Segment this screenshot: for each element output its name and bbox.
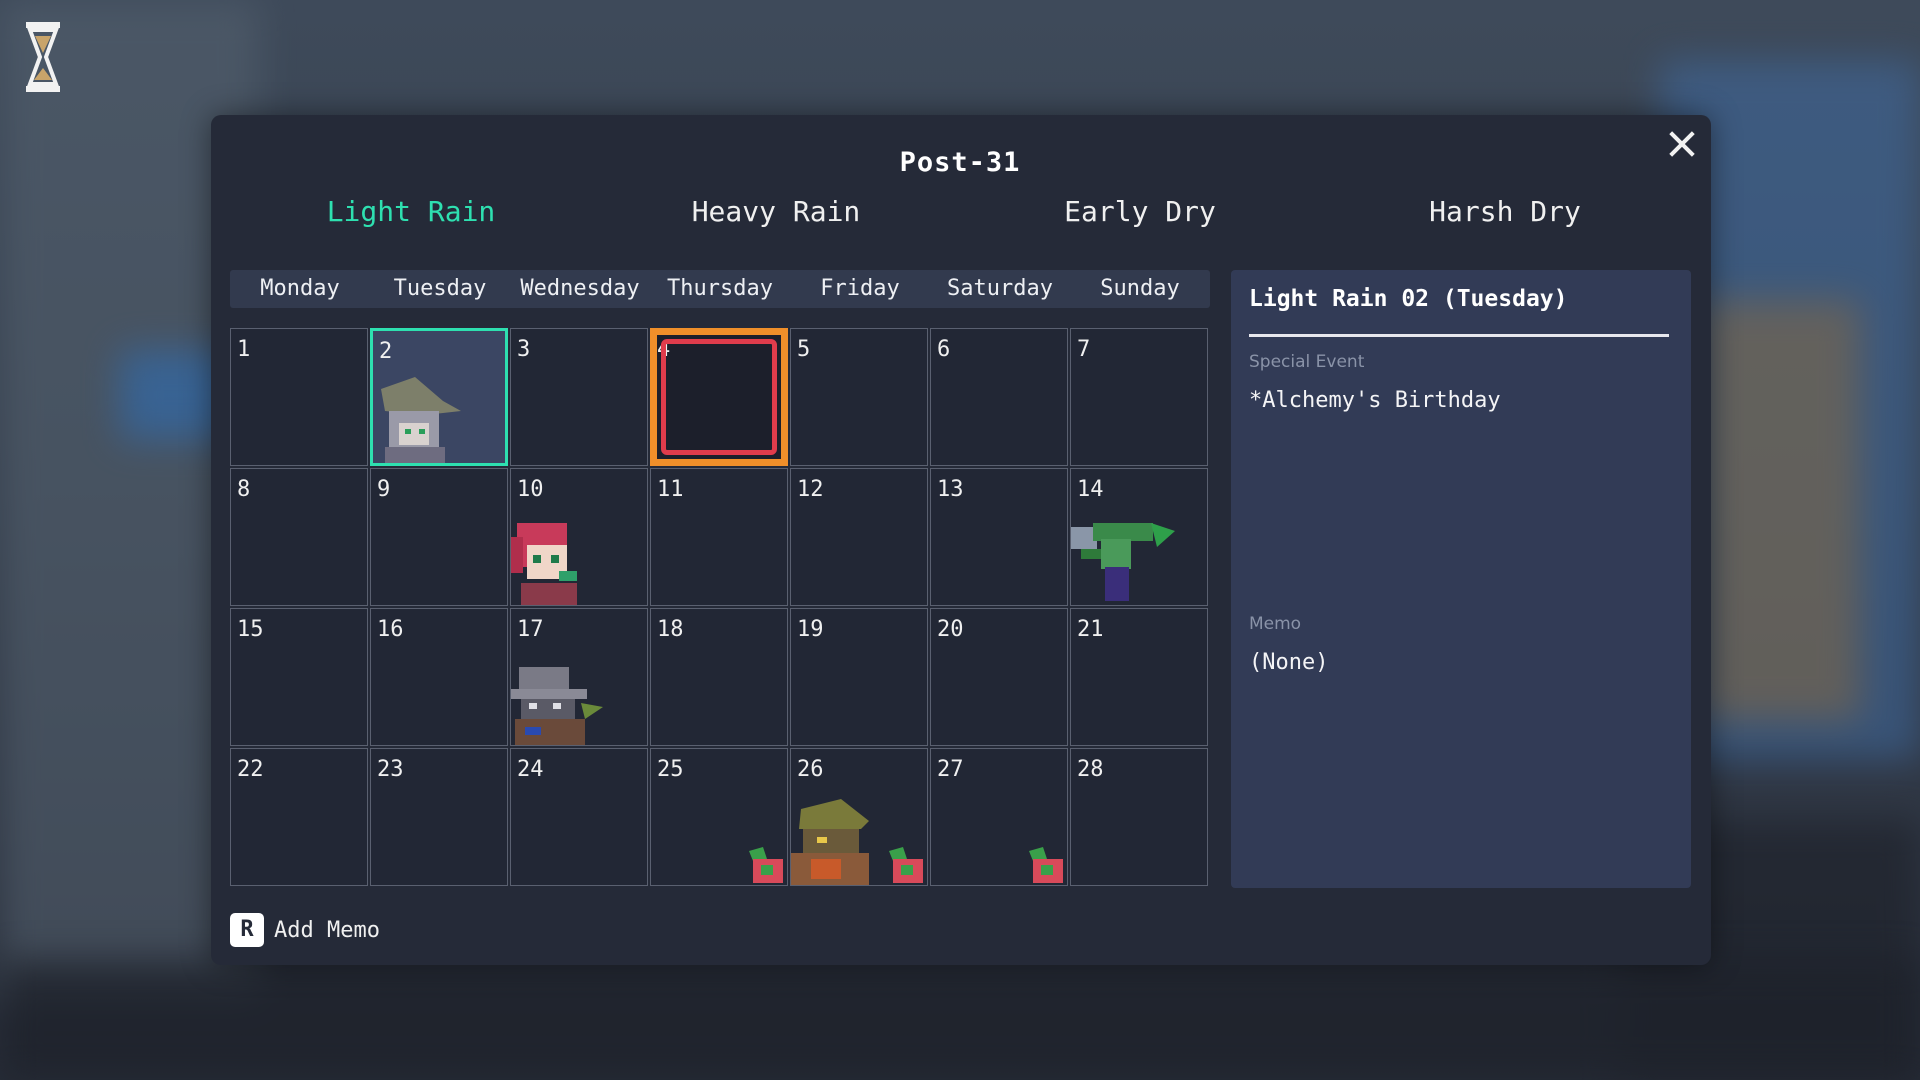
day-number: 16 <box>377 617 404 642</box>
green-lizard-portrait-icon <box>1071 523 1175 601</box>
tab-early-dry[interactable]: Early Dry <box>990 195 1290 228</box>
hooded-merchant-portrait-icon <box>791 799 869 885</box>
crop-event-icon <box>749 847 783 883</box>
special-event-value: *Alchemy's Birthday <box>1249 388 1501 413</box>
day-number: 3 <box>517 337 531 362</box>
day-cell[interactable]: 21 <box>1070 608 1208 746</box>
day-cell[interactable]: 5 <box>790 328 928 466</box>
weekday-sunday: Sunday <box>1100 276 1180 301</box>
weekday-monday: Monday <box>260 276 340 301</box>
day-number: 27 <box>937 757 964 782</box>
day-cell[interactable]: 16 <box>370 608 508 746</box>
day-cell[interactable]: 24 <box>510 748 648 886</box>
hourglass-icon <box>26 22 60 92</box>
day-cell[interactable]: 6 <box>930 328 1068 466</box>
day-number: 14 <box>1077 477 1104 502</box>
day-number: 10 <box>517 477 544 502</box>
day-cell[interactable]: 13 <box>930 468 1068 606</box>
day-number: 19 <box>797 617 824 642</box>
day-cell[interactable]: 26 <box>790 748 928 886</box>
day-number: 28 <box>1077 757 1104 782</box>
day-number: 24 <box>517 757 544 782</box>
day-cell[interactable]: 28 <box>1070 748 1208 886</box>
tab-light-rain[interactable]: Light Rain <box>261 195 561 228</box>
day-cell[interactable]: 18 <box>650 608 788 746</box>
tab-heavy-rain[interactable]: Heavy Rain <box>626 195 926 228</box>
day-cell[interactable]: 3 <box>510 328 648 466</box>
day-number: 15 <box>237 617 264 642</box>
day-number: 11 <box>657 477 684 502</box>
calendar-title: Post-31 <box>899 147 1021 178</box>
day-cell[interactable]: 22 <box>230 748 368 886</box>
day-number: 2 <box>379 339 393 364</box>
day-number: 4 <box>657 337 671 362</box>
day-number: 6 <box>937 337 951 362</box>
day-number: 23 <box>377 757 404 782</box>
divider <box>1249 334 1669 337</box>
selected-day-heading: Light Rain 02 (Tuesday) <box>1249 286 1568 312</box>
r-key-icon: R <box>230 913 264 947</box>
day-cell[interactable]: 19 <box>790 608 928 746</box>
day-cell[interactable]: 10 <box>510 468 648 606</box>
red-haired-girl-portrait-icon <box>511 523 577 605</box>
day-number: 9 <box>377 477 391 502</box>
day-cell-today[interactable]: 4 <box>650 328 788 466</box>
day-cell[interactable]: 7 <box>1070 328 1208 466</box>
day-cell[interactable]: 9 <box>370 468 508 606</box>
day-cell[interactable]: 8 <box>230 468 368 606</box>
day-number: 25 <box>657 757 684 782</box>
tab-harsh-dry[interactable]: Harsh Dry <box>1355 195 1655 228</box>
day-number: 12 <box>797 477 824 502</box>
day-number: 5 <box>797 337 811 362</box>
day-number: 20 <box>937 617 964 642</box>
helmeted-scout-portrait-icon <box>511 667 603 745</box>
day-cell[interactable]: 23 <box>370 748 508 886</box>
day-number: 1 <box>237 337 251 362</box>
day-number: 22 <box>237 757 264 782</box>
weekday-saturday: Saturday <box>947 276 1053 301</box>
day-details-panel: Light Rain 02 (Tuesday) Special Event *A… <box>1231 270 1691 888</box>
day-cell[interactable]: 14 <box>1070 468 1208 606</box>
day-cell-selected[interactable]: 2 <box>370 328 508 466</box>
day-cell[interactable]: 11 <box>650 468 788 606</box>
day-cell[interactable]: 17 <box>510 608 648 746</box>
weekday-thursday: Thursday <box>667 276 773 301</box>
witch-portrait-icon <box>381 377 461 463</box>
weekday-wednesday: Wednesday <box>520 276 640 301</box>
memo-label: Memo <box>1249 614 1302 634</box>
day-cell[interactable]: 12 <box>790 468 928 606</box>
day-number: 21 <box>1077 617 1104 642</box>
weekday-header: Monday Tuesday Wednesday Thursday Friday… <box>230 270 1210 308</box>
day-number: 7 <box>1077 337 1091 362</box>
crop-event-icon <box>1029 847 1063 883</box>
day-number: 13 <box>937 477 964 502</box>
memo-value: (None) <box>1249 650 1329 675</box>
day-number: 18 <box>657 617 684 642</box>
day-number: 8 <box>237 477 251 502</box>
add-memo-button[interactable]: R Add Memo <box>230 912 380 948</box>
day-number: 17 <box>517 617 544 642</box>
day-number: 26 <box>797 757 824 782</box>
special-event-label: Special Event <box>1249 352 1365 372</box>
calendar-grid: 1 2 3 4 5 6 7 8 9 10 11 12 13 14 15 16 1… <box>230 328 1210 888</box>
weekday-friday: Friday <box>820 276 900 301</box>
crop-event-icon <box>889 847 923 883</box>
weekday-tuesday: Tuesday <box>393 276 487 301</box>
day-cell[interactable]: 20 <box>930 608 1068 746</box>
day-cell[interactable]: 27 <box>930 748 1068 886</box>
add-memo-label: Add Memo <box>274 917 380 943</box>
day-cell[interactable]: 15 <box>230 608 368 746</box>
day-cell[interactable]: 25 <box>650 748 788 886</box>
day-cell[interactable]: 1 <box>230 328 368 466</box>
